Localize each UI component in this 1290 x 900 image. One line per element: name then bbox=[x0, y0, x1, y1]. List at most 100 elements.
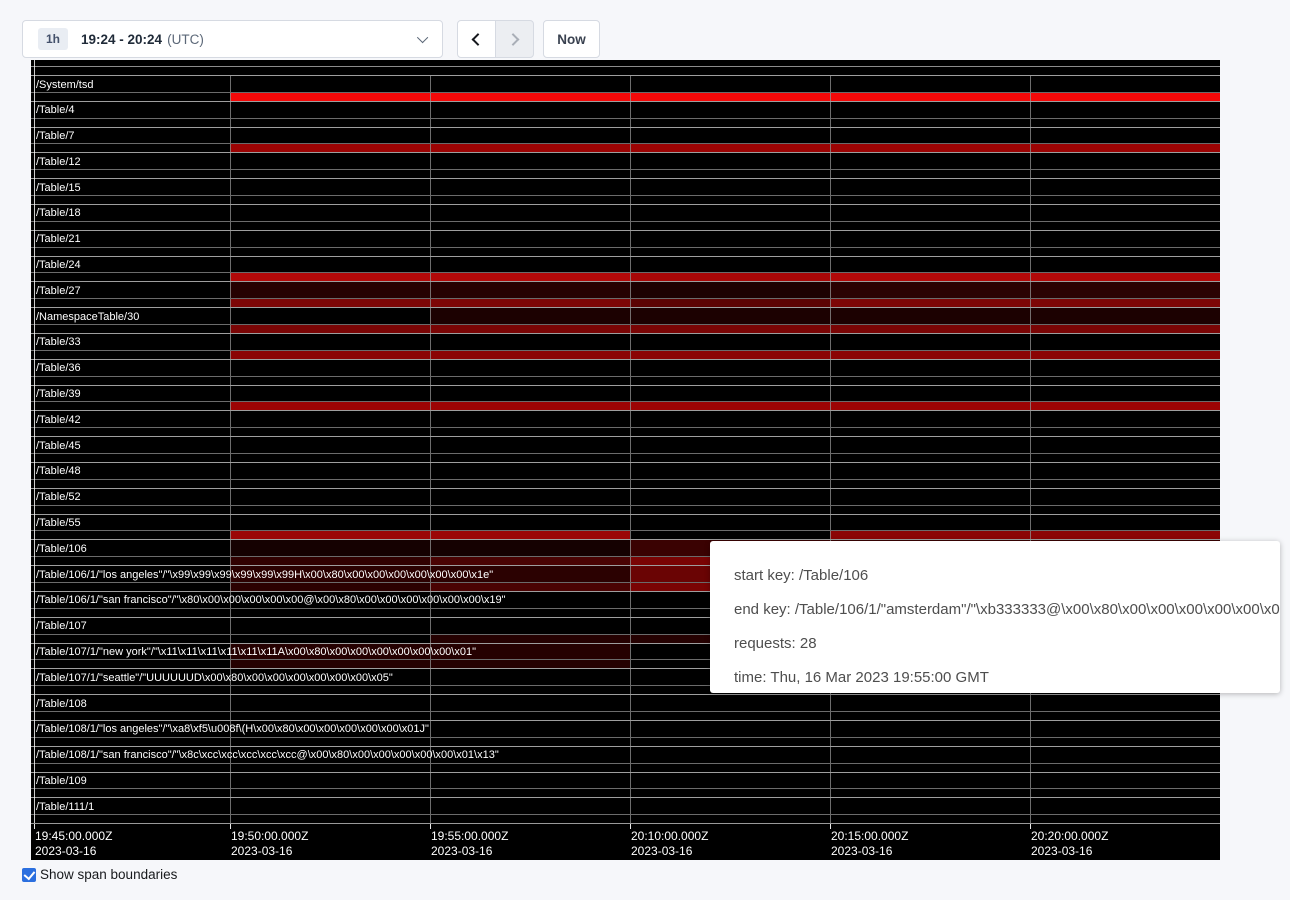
heatmap-cell[interactable] bbox=[630, 76, 830, 92]
heatmap-cell[interactable] bbox=[630, 738, 830, 746]
heatmap-cell[interactable] bbox=[31, 325, 230, 333]
heatmap-cell[interactable] bbox=[430, 102, 630, 118]
heatmap-cell[interactable] bbox=[1030, 789, 1220, 797]
heatmap-cell[interactable] bbox=[430, 463, 630, 479]
heatmap-cell[interactable] bbox=[1030, 282, 1220, 298]
heatmap-cell[interactable] bbox=[230, 686, 430, 694]
heatmap-cell[interactable] bbox=[230, 93, 430, 101]
heatmap-cell[interactable] bbox=[830, 128, 1030, 144]
heatmap-cell[interactable] bbox=[630, 454, 830, 462]
heatmap-cell[interactable] bbox=[31, 686, 230, 694]
heatmap-cell[interactable] bbox=[1030, 248, 1220, 256]
heatmap-cell[interactable] bbox=[830, 506, 1030, 514]
heatmap-cell[interactable] bbox=[230, 308, 430, 324]
heatmap-cell[interactable] bbox=[230, 325, 430, 333]
heatmap-cell[interactable] bbox=[430, 480, 630, 488]
heatmap-cell[interactable] bbox=[830, 798, 1030, 814]
heatmap-cell[interactable] bbox=[430, 764, 630, 772]
heatmap-cell[interactable] bbox=[1030, 764, 1220, 772]
heatmap-cell[interactable] bbox=[630, 222, 830, 230]
heatmap-cell[interactable] bbox=[1030, 153, 1220, 169]
heatmap-cell[interactable] bbox=[630, 351, 830, 359]
heatmap-cell[interactable] bbox=[31, 93, 230, 101]
heatmap-cell[interactable] bbox=[630, 480, 830, 488]
heatmap-cell[interactable] bbox=[31, 764, 230, 772]
heatmap-cell[interactable] bbox=[31, 660, 230, 668]
time-range-selector[interactable]: 1h 19:24 - 20:24 (UTC) bbox=[22, 20, 443, 58]
heatmap-cell[interactable] bbox=[430, 170, 630, 178]
heatmap-cell[interactable] bbox=[430, 695, 630, 711]
heatmap-cell[interactable] bbox=[230, 540, 430, 556]
heatmap-cell[interactable] bbox=[830, 480, 1030, 488]
heatmap-cell[interactable] bbox=[430, 437, 630, 453]
heatmap-cell[interactable] bbox=[430, 377, 630, 385]
heatmap-cell[interactable] bbox=[1030, 489, 1220, 505]
heatmap-cell[interactable] bbox=[430, 635, 630, 643]
heatmap-cell[interactable] bbox=[430, 299, 630, 307]
heatmap-cell[interactable] bbox=[430, 222, 630, 230]
heatmap-cell[interactable] bbox=[31, 119, 230, 127]
heatmap-cell[interactable] bbox=[1030, 170, 1220, 178]
heatmap-cell[interactable] bbox=[630, 377, 830, 385]
heatmap-cell[interactable] bbox=[230, 386, 430, 402]
heatmap-cell[interactable] bbox=[1030, 798, 1220, 814]
heatmap-cell[interactable] bbox=[430, 773, 630, 789]
heatmap-cell[interactable] bbox=[230, 273, 430, 281]
heatmap-cell[interactable] bbox=[230, 454, 430, 462]
heatmap-cell[interactable] bbox=[230, 196, 430, 204]
heatmap-cell[interactable] bbox=[31, 635, 230, 643]
heatmap-cell[interactable] bbox=[31, 480, 230, 488]
heatmap-cell[interactable] bbox=[1030, 386, 1220, 402]
heatmap-cell[interactable] bbox=[31, 531, 230, 539]
heatmap-cell[interactable] bbox=[630, 282, 830, 298]
heatmap-cell[interactable] bbox=[1030, 102, 1220, 118]
heatmap-cell[interactable] bbox=[830, 764, 1030, 772]
heatmap-cell[interactable] bbox=[430, 386, 630, 402]
heatmap-cell[interactable] bbox=[31, 196, 230, 204]
checkbox-checked-icon[interactable] bbox=[22, 868, 36, 882]
heatmap-cell[interactable] bbox=[230, 506, 430, 514]
heatmap-cell[interactable] bbox=[1030, 93, 1220, 101]
heatmap-cell[interactable] bbox=[630, 463, 830, 479]
heatmap-cell[interactable] bbox=[630, 489, 830, 505]
heatmap-cell[interactable] bbox=[830, 205, 1030, 221]
heatmap-cell[interactable] bbox=[830, 402, 1030, 410]
heatmap-cell[interactable] bbox=[1030, 815, 1220, 823]
heatmap-cell[interactable] bbox=[430, 325, 630, 333]
heatmap-cell[interactable] bbox=[830, 325, 1030, 333]
heatmap-cell[interactable] bbox=[630, 402, 830, 410]
heatmap-cell[interactable] bbox=[31, 506, 230, 514]
heatmap-cell[interactable] bbox=[830, 738, 1030, 746]
heatmap-cell[interactable] bbox=[230, 377, 430, 385]
heatmap-cell[interactable] bbox=[430, 248, 630, 256]
heatmap-cell[interactable] bbox=[230, 257, 430, 273]
heatmap-cell[interactable] bbox=[630, 695, 830, 711]
heatmap-cell[interactable] bbox=[830, 76, 1030, 92]
heatmap-cell[interactable] bbox=[31, 712, 230, 720]
heatmap-cell[interactable] bbox=[830, 308, 1030, 324]
show-span-boundaries-toggle[interactable]: Show span boundaries bbox=[22, 867, 177, 882]
heatmap-cell[interactable] bbox=[430, 686, 630, 694]
heatmap-cell[interactable] bbox=[430, 402, 630, 410]
heatmap-cell[interactable] bbox=[430, 179, 630, 195]
heatmap-cell[interactable] bbox=[430, 609, 630, 617]
heatmap-cell[interactable] bbox=[430, 798, 630, 814]
heatmap-cell[interactable] bbox=[430, 128, 630, 144]
heatmap-cell[interactable] bbox=[230, 489, 430, 505]
heatmap-cell[interactable] bbox=[430, 557, 630, 565]
now-button[interactable]: Now bbox=[543, 20, 600, 58]
heatmap-cell[interactable] bbox=[1030, 360, 1220, 376]
heatmap-cell[interactable] bbox=[630, 205, 830, 221]
heatmap-cell[interactable] bbox=[830, 179, 1030, 195]
heatmap-cell[interactable] bbox=[230, 798, 430, 814]
heatmap-cell[interactable] bbox=[230, 618, 430, 634]
heatmap-cell[interactable] bbox=[830, 712, 1030, 720]
heatmap-cell[interactable] bbox=[1030, 738, 1220, 746]
heatmap-cell[interactable] bbox=[630, 437, 830, 453]
heatmap-cell[interactable] bbox=[230, 179, 430, 195]
heatmap-cell[interactable] bbox=[830, 231, 1030, 247]
heatmap-cell[interactable] bbox=[430, 360, 630, 376]
heatmap-cell[interactable] bbox=[430, 308, 630, 324]
heatmap-cell[interactable] bbox=[630, 153, 830, 169]
heatmap-cell[interactable] bbox=[31, 273, 230, 281]
